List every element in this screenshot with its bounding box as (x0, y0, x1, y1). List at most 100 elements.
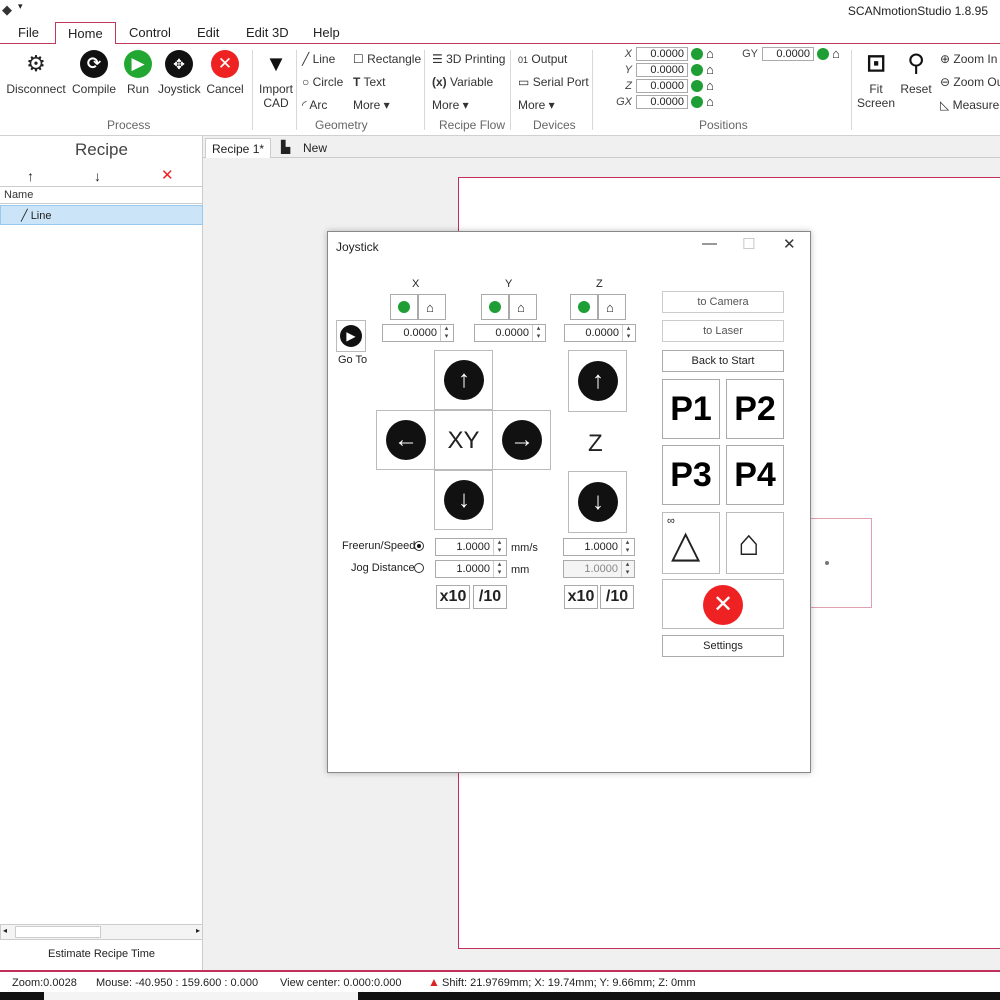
axis-label-z: Z (596, 278, 603, 290)
quick-access-dropdown-icon[interactable]: ▾ (18, 1, 23, 12)
freerun-radio[interactable] (414, 541, 424, 551)
group-label-positions: Positions (699, 118, 748, 132)
z-speed-input[interactable]: 1.0000 (563, 538, 635, 556)
joystick-button[interactable]: ✥ Joystick (158, 50, 201, 96)
scroll-left-icon[interactable]: ◂ (3, 926, 7, 935)
position-z-field[interactable]: 0.0000 (636, 79, 688, 93)
menu-control[interactable]: Control (129, 25, 171, 40)
xy-divide-10-button[interactable]: /10 (473, 585, 507, 609)
preset-p4-button[interactable]: P4 (726, 445, 784, 505)
jog-distance-radio[interactable] (414, 563, 424, 573)
preset-p1-button[interactable]: P1 (662, 379, 720, 439)
x-minus-button[interactable]: ← (376, 410, 435, 470)
cancel-button[interactable]: ✕ Cancel (205, 50, 245, 96)
y-plus-button[interactable]: ↑ (434, 350, 493, 410)
geometry-more-button[interactable]: More ▾ (353, 98, 390, 112)
3d-printing-button[interactable]: ☰ 3D Printing (432, 52, 505, 66)
tab-recipe-1[interactable]: Recipe 1* (205, 138, 272, 158)
menu-edit-3d[interactable]: Edit 3D (246, 25, 289, 40)
document-tabs: Recipe 1* ▙ New (203, 136, 1000, 158)
z-plus-button[interactable]: ↑ (568, 350, 627, 412)
position-gy-field[interactable]: 0.0000 (762, 47, 814, 61)
geometry-circle-button[interactable]: ○ Circle (302, 75, 343, 89)
x-home-button[interactable]: ⌂ (418, 294, 446, 320)
compile-button[interactable]: ⟳ Compile (72, 50, 116, 96)
variable-button[interactable]: (x) Variable (432, 75, 493, 89)
disconnect-button[interactable]: ⚙ Disconnect (6, 50, 66, 96)
geometry-arc-button[interactable]: ◜ Arc (302, 98, 327, 112)
close-icon[interactable]: ✕ (783, 235, 796, 253)
home-icon[interactable]: ⌂ (706, 95, 714, 108)
xy-multiply-10-button[interactable]: x10 (436, 585, 470, 609)
minimize-icon[interactable]: — (702, 235, 717, 252)
zoom-out-button[interactable]: ⊖ Zoom Out (940, 75, 1000, 89)
delete-icon[interactable]: ✕ (161, 166, 174, 184)
status-dot-icon (398, 301, 410, 313)
serial-port-icon: ▭ (518, 75, 530, 89)
new-document-icon[interactable]: ▙ (281, 140, 290, 154)
xy-speed-input[interactable]: 1.0000 (435, 538, 507, 556)
preset-p2-button[interactable]: P2 (726, 379, 784, 439)
axis-label-x: X (412, 278, 420, 290)
menu-home[interactable]: Home (55, 22, 116, 45)
to-laser-button[interactable]: to Laser (662, 320, 784, 342)
settings-button[interactable]: Settings (662, 635, 784, 657)
recipe-item-line[interactable]: ╱ Line (0, 205, 203, 225)
scroll-right-icon[interactable]: ▸ (196, 926, 200, 935)
y-position-input[interactable]: 0.0000 (474, 324, 546, 342)
home-icon[interactable]: ⌂ (832, 47, 840, 60)
z-position-input[interactable]: 0.0000 (564, 324, 636, 342)
to-camera-button[interactable]: to Camera (662, 291, 784, 313)
recipe-flow-more-button[interactable]: More ▾ (432, 98, 469, 112)
reset-button[interactable]: ⚲ Reset (898, 50, 934, 96)
serial-port-button[interactable]: ▭ Serial Port (518, 75, 589, 89)
z-multiply-10-button[interactable]: x10 (564, 585, 598, 609)
tab-new[interactable]: New (299, 138, 331, 158)
import-cad-button[interactable]: ▼ Import CAD (256, 50, 296, 110)
laser-toggle-button[interactable]: ∞ △ (662, 512, 720, 574)
preset-p3-button[interactable]: P3 (662, 445, 720, 505)
import-file-icon: ▼ (265, 51, 287, 76)
back-to-start-button[interactable]: Back to Start (662, 350, 784, 372)
fit-screen-button[interactable]: ⊡ Fit Screen (855, 50, 897, 110)
goto-button[interactable]: ▶ (336, 320, 366, 352)
geometry-text-button[interactable]: T Text (353, 75, 385, 89)
column-header-name[interactable]: Name (0, 186, 203, 204)
menu-file[interactable]: File (18, 25, 39, 40)
x-plus-button[interactable]: → (492, 410, 551, 470)
home-icon[interactable]: ⌂ (706, 63, 714, 76)
zoom-in-button[interactable]: ⊕ Zoom In (940, 52, 997, 66)
menu-help[interactable]: Help (313, 25, 340, 40)
position-label-gx: GX (616, 96, 632, 108)
menu-edit[interactable]: Edit (197, 25, 219, 40)
output-button[interactable]: 01 Output (518, 52, 567, 66)
home-all-button[interactable]: ⌂ (726, 512, 784, 574)
status-dot-icon (691, 96, 703, 108)
home-icon[interactable]: ⌂ (706, 79, 714, 92)
position-x-field[interactable]: 0.0000 (636, 47, 688, 61)
position-y-field[interactable]: 0.0000 (636, 63, 688, 77)
z-home-button[interactable]: ⌂ (598, 294, 626, 320)
move-down-icon[interactable]: ↓ (94, 168, 101, 184)
estimate-recipe-time-button[interactable]: Estimate Recipe Time (0, 948, 203, 960)
x-position-input[interactable]: 0.0000 (382, 324, 454, 342)
geometry-rectangle-button[interactable]: ☐ Rectangle (353, 52, 421, 66)
z-divide-10-button[interactable]: /10 (600, 585, 634, 609)
position-gx-field[interactable]: 0.0000 (636, 95, 688, 109)
stop-button[interactable]: ✕ (662, 579, 784, 629)
home-icon[interactable]: ⌂ (706, 47, 714, 60)
horizontal-scrollbar[interactable]: ◂ ▸ (0, 924, 203, 940)
move-up-icon[interactable]: ↑ (27, 168, 34, 184)
devices-more-button[interactable]: More ▾ (518, 98, 555, 112)
run-button[interactable]: ▶ Run (122, 50, 154, 96)
y-minus-button[interactable]: ↓ (434, 470, 493, 530)
y-home-button[interactable]: ⌂ (509, 294, 537, 320)
xy-jog-input[interactable]: 1.0000 (435, 560, 507, 578)
z-minus-button[interactable]: ↓ (568, 471, 627, 533)
arc-icon: ◜ (302, 98, 307, 112)
measure-button[interactable]: ◺ Measure (940, 98, 999, 112)
group-label-geometry: Geometry (315, 118, 368, 132)
z-jog-input[interactable]: 1.0000 (563, 560, 635, 578)
geometry-line-button[interactable]: ╱ Line (302, 52, 335, 66)
scrollbar-thumb[interactable] (15, 926, 101, 938)
